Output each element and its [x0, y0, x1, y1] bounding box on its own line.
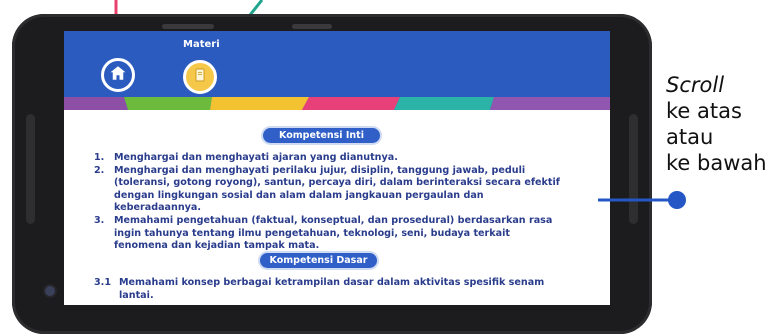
kompetensi-dasar-heading: Kompetensi Dasar — [260, 253, 377, 268]
list-item: 1. Menghargai dan menghayati ajaran yang… — [94, 152, 564, 165]
list-item-number: 1. — [94, 152, 105, 163]
list-item-text: Menghargai dan menghayati perilaku jujur… — [114, 164, 560, 214]
list-item: 2. Menghargai dan menghayati perilaku ju… — [94, 165, 564, 215]
materi-label: Materi — [183, 39, 220, 50]
materi-button[interactable] — [183, 60, 217, 94]
home-icon — [109, 64, 127, 86]
kompetensi-inti-list: 1. Menghargai dan menghayati ajaran yang… — [94, 152, 564, 253]
app-screen[interactable]: Materi Kompetensi Inti 1. Menghargai dan… — [64, 31, 610, 305]
front-camera — [45, 286, 55, 296]
list-item-text: Menghargai dan menghayati ajaran yang di… — [114, 152, 398, 163]
list-item: 3. Memahami pengetahuan (faktual, konsep… — [94, 215, 564, 253]
list-item-number: 3. — [94, 214, 105, 226]
scroll-annotation: Scroll ke atas atau ke bawah — [666, 72, 767, 176]
scroll-callout — [598, 191, 686, 209]
list-item: 3.1 Memahami konsep berbagai ketrampilan… — [94, 277, 564, 302]
scroll-annotation-line: Scroll — [666, 73, 725, 97]
kompetensi-inti-heading: Kompetensi Inti — [263, 128, 380, 143]
scroll-annotation-line: ke bawah — [666, 151, 767, 175]
scroll-annotation-line: ke atas — [666, 99, 742, 123]
left-speaker — [26, 114, 35, 224]
power-button — [292, 24, 332, 29]
list-item-number: 2. — [94, 164, 105, 176]
list-item-number: 3.1 — [94, 277, 111, 288]
book-icon — [192, 67, 208, 87]
volume-button — [162, 24, 214, 29]
header-color-stripes — [64, 97, 610, 110]
list-item-text: Memahami konsep berbagai ketrampilan das… — [119, 277, 545, 301]
list-item-text: Memahami pengetahuan (faktual, konseptua… — [114, 214, 553, 252]
scroll-annotation-line: atau — [666, 125, 714, 149]
kompetensi-dasar-list: 3.1 Memahami konsep berbagai ketrampilan… — [94, 277, 564, 302]
home-button[interactable] — [101, 58, 135, 92]
